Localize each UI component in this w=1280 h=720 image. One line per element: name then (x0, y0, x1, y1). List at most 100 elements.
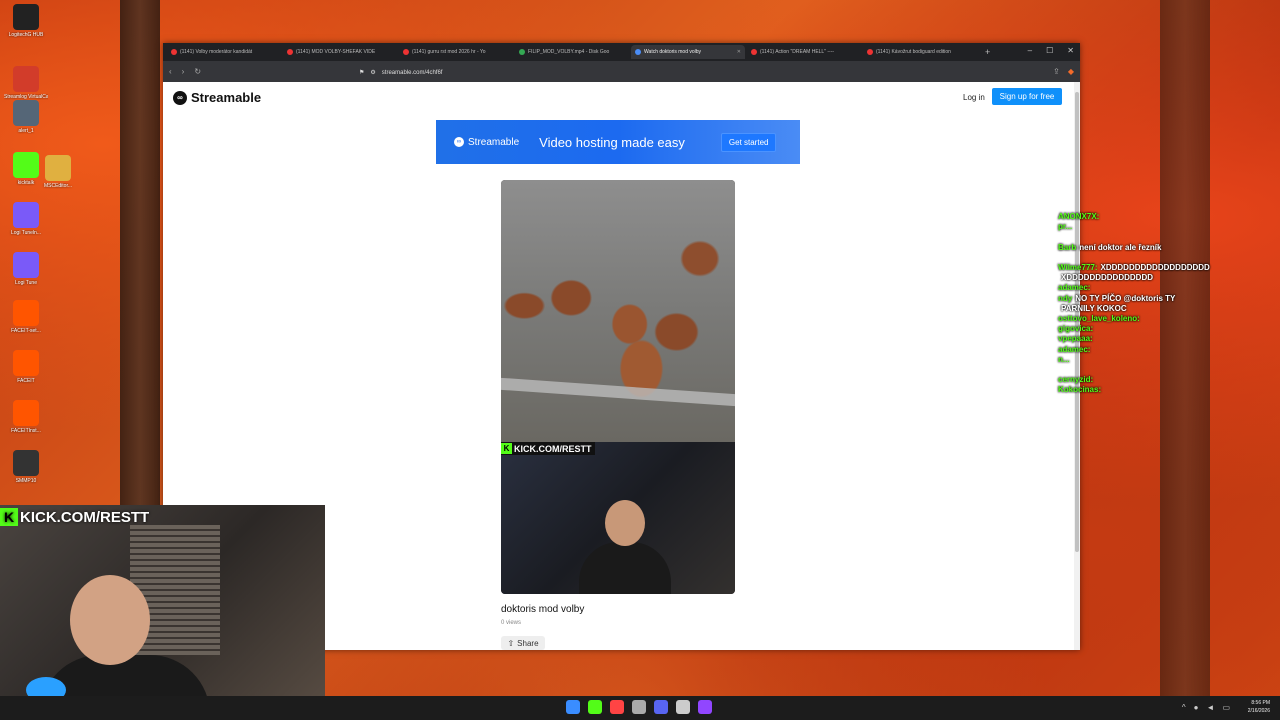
app-icon (13, 100, 39, 126)
browser-tab[interactable]: Watch doktoris mod volby ✕ (631, 45, 745, 59)
login-link[interactable]: Log in (963, 93, 985, 102)
desktop-icon[interactable]: SMMP10 (4, 450, 48, 484)
chat-username: n... (1058, 354, 1070, 364)
chat-message: gigovica: (1058, 324, 1258, 334)
toolbar-right: ⇪ ◆ (1053, 67, 1074, 76)
app-icon (13, 4, 39, 30)
get-started-button[interactable]: Get started (720, 132, 777, 152)
taskbar-app-icon[interactable] (588, 700, 602, 714)
app-icon (13, 202, 39, 228)
browser-tab[interactable]: (1141) Volby moderátor kandidát (167, 45, 281, 59)
address-bar[interactable]: ⚑ ⚙ streamable.com/4chf6f (353, 65, 893, 80)
chat-username: adamec: (1058, 344, 1091, 354)
tab-favicon-icon (403, 49, 409, 55)
browser-tab[interactable]: (1141) Action "DREAM HELL" ---- (747, 45, 861, 59)
minimize-icon[interactable]: – (1028, 46, 1032, 55)
video-player[interactable]: K KICK.COM/RESTT (501, 180, 735, 594)
banner-tagline: Video hosting made easy (539, 134, 685, 150)
ad-banner[interactable]: ∞ Streamable Video hosting made easy Get… (436, 120, 800, 164)
network-icon[interactable]: ▭ (1222, 703, 1230, 712)
desktop-icon-label: Logi Tuneln... (10, 230, 42, 236)
reload-icon[interactable]: ↻ (194, 67, 201, 76)
desktop-icon[interactable]: LogitechG HUB (4, 4, 48, 38)
streamable-logo-icon: ∞ (454, 137, 464, 147)
stream-chat-overlay: ANONX7X: pr... Barb není doktor ale řezník… (1058, 212, 1258, 396)
window-controls: – ☐ ✕ (1028, 46, 1074, 55)
browser-tab[interactable]: FILIP_MOD_VOLBY.mp4 - Disk Goo (515, 45, 629, 59)
streamable-logo[interactable]: ∞ Streamable (173, 90, 261, 105)
bookmark-icon[interactable]: ⚑ (359, 69, 364, 76)
taskbar-app-icon[interactable] (698, 700, 712, 714)
tab-close-icon[interactable]: ✕ (737, 49, 741, 55)
logo-text: Streamable (191, 90, 262, 105)
desktop-icon[interactable]: FACEIT-set... (4, 300, 48, 334)
tab-title: (1141) MOD VOLBY-SHEFAK VIDE (296, 49, 376, 55)
clock[interactable]: 8:56 PM 2/16/2026 (1248, 699, 1270, 715)
taskbar-apps (566, 700, 712, 714)
chat-username: osttovo_lave_koleno: (1058, 314, 1140, 324)
desktop-icon[interactable]: FACEITInst... (4, 400, 48, 434)
desktop-icon[interactable]: MSCEditor... (36, 155, 80, 189)
chat-message: cernyzid: (1058, 375, 1258, 385)
app-icon (13, 300, 39, 326)
taskbar-app-icon[interactable] (610, 700, 624, 714)
signup-button[interactable]: Sign up for free (992, 88, 1062, 105)
tray-chevron-icon[interactable]: ^ (1182, 703, 1186, 712)
chat-text: XDDDDDDDDDDDDDDD (1061, 273, 1153, 283)
new-tab-button[interactable]: + (979, 47, 996, 57)
folder-icon (45, 155, 71, 181)
browser-tab[interactable]: (1141) Kávožrut bodiguard edition (863, 45, 977, 59)
streamable-logo-icon: ∞ (173, 90, 187, 105)
browser-tab[interactable]: (1141) gurru rst mod 2026 hr - Yo (399, 45, 513, 59)
video-frame-webcam (501, 442, 735, 594)
chat-message: adamec: (1058, 283, 1258, 293)
kick-overlay-text: KICK.COM/RESTT (20, 508, 150, 526)
chat-message (1058, 232, 1258, 242)
chat-message: adamec: (1058, 345, 1258, 355)
taskbar-app-icon[interactable] (654, 700, 668, 714)
chat-text: není doktor ale řezník (1079, 242, 1162, 252)
tab-title: FILIP_MOD_VOLBY.mp4 - Disk Goo (528, 49, 610, 55)
tab-title: (1141) Action "DREAM HELL" ---- (760, 49, 835, 55)
browser-tab[interactable]: (1141) MOD VOLBY-SHEFAK VIDE (283, 45, 397, 59)
back-icon[interactable]: ‹ (169, 67, 172, 76)
volume-icon[interactable]: ◄ (1207, 703, 1215, 712)
chat-username: Kokocinas: (1058, 385, 1102, 395)
chat-username: adamec: (1058, 283, 1091, 293)
desktop-icon-label: FACEIT-set... (11, 328, 41, 334)
chat-message (1058, 253, 1258, 263)
tab-bar: (1141) Volby moderátor kandidát (1141) MO… (163, 43, 1080, 61)
tab-title: (1141) Volby moderátor kandidát (180, 49, 253, 55)
tab-favicon-icon (519, 49, 525, 55)
tab-favicon-icon (751, 49, 757, 55)
kick-logo-icon: K (0, 508, 18, 526)
chat-message: n... (1058, 355, 1258, 365)
chat-message: Wilme777: XDDDDDDDDDDDDDDDDDD (1058, 263, 1258, 273)
desktop-icon-label: FACEIT (17, 378, 35, 384)
chat-message: Kokocinas: (1058, 385, 1258, 395)
share-page-icon[interactable]: ⇪ (1053, 67, 1060, 76)
chat-message: pr... (1058, 222, 1258, 232)
desktop-icon[interactable]: Logi Tune (4, 252, 48, 286)
desktop-icon-label: alert_1 (18, 128, 34, 134)
forward-icon[interactable]: › (182, 67, 185, 76)
webcam-overlay: K KICK.COM/RESTT (0, 505, 325, 720)
desktop-icon[interactable]: Logi Tuneln... (4, 202, 48, 236)
desktop-icon[interactable]: FACEIT (4, 350, 48, 384)
desktop-icon[interactable]: Streamlog VirtualCam (4, 66, 48, 100)
chat-text: XDDDDDDDDDDDDDDDDDD (1100, 263, 1210, 273)
maximize-icon[interactable]: ☐ (1046, 46, 1053, 55)
site-info-icon[interactable]: ⚙ (370, 69, 375, 76)
taskbar-app-icon[interactable] (632, 700, 646, 714)
share-button[interactable]: ⇧ Share (501, 636, 545, 650)
taskbar-app-icon[interactable] (566, 700, 580, 714)
taskbar-app-icon[interactable] (676, 700, 690, 714)
kick-overlay: K KICK.COM/RESTT (0, 507, 153, 527)
mic-icon[interactable]: ● (1194, 703, 1199, 712)
streamer-face (70, 575, 150, 665)
desktop-icon[interactable]: alert_1 (4, 100, 48, 134)
chat-message: Barb není doktor ale řezník (1058, 243, 1258, 253)
brave-shield-icon[interactable]: ◆ (1068, 67, 1074, 76)
close-icon[interactable]: ✕ (1067, 46, 1074, 55)
chat-message: osttovo_lave_koleno: (1058, 314, 1258, 324)
